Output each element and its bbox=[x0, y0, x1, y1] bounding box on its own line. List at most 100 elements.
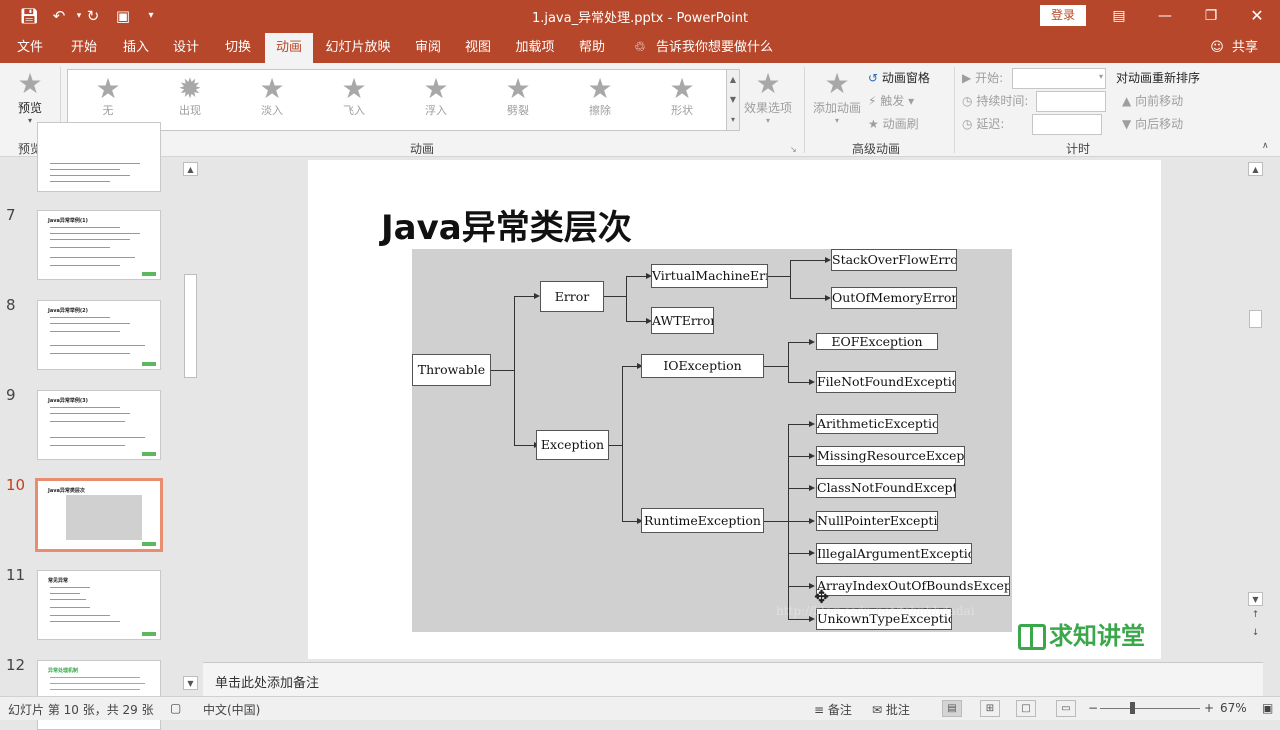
minimize-icon[interactable]: — bbox=[1150, 4, 1180, 28]
anim-fade[interactable]: ★ 淡入 bbox=[237, 74, 307, 128]
start-select[interactable]: ▾ bbox=[1012, 68, 1106, 89]
normal-view-button[interactable]: ▤ bbox=[942, 700, 962, 717]
anim-wipe[interactable]: ★ 擦除 bbox=[565, 74, 635, 128]
comments-label: 批注 bbox=[885, 703, 910, 717]
next-slide-icon[interactable]: ↓ bbox=[1248, 628, 1263, 638]
comments-toggle[interactable]: ✉ 批注 bbox=[872, 701, 910, 718]
slide-thumbnail[interactable]: Java异常举例(3) bbox=[37, 390, 161, 460]
thumbnail-scrollbar[interactable]: ▲ ▼ bbox=[183, 162, 198, 690]
move-later-button[interactable]: ▼ 向后移动 bbox=[1122, 114, 1183, 134]
dialog-launcher-icon[interactable]: ↘ bbox=[790, 145, 797, 154]
zoom-level[interactable]: 67% bbox=[1220, 701, 1247, 715]
tab-animations[interactable]: 动画 bbox=[265, 33, 313, 63]
thumb-logo bbox=[142, 362, 156, 366]
gallery-scroll[interactable]: ▲ ▼ ▾ bbox=[726, 69, 740, 131]
chevron-down-icon: ▾ bbox=[834, 116, 839, 125]
more-icon[interactable]: ▾ bbox=[727, 110, 739, 130]
collapse-ribbon-icon[interactable]: ∧ bbox=[1262, 141, 1269, 151]
tab-help[interactable]: 帮助 bbox=[570, 33, 614, 63]
reading-view-button[interactable]: □ bbox=[1016, 700, 1036, 717]
anim-label: 飞入 bbox=[343, 104, 365, 117]
connector bbox=[788, 456, 810, 457]
slide-title[interactable]: Java异常类层次 bbox=[381, 200, 632, 249]
exception-hierarchy-diagram[interactable]: Throwable Error Exception VirtualMachine… bbox=[412, 249, 1012, 632]
tab-view[interactable]: 视图 bbox=[456, 33, 500, 63]
anim-float-in[interactable]: ★ 浮入 bbox=[401, 74, 471, 128]
scroll-down-icon[interactable]: ▼ bbox=[183, 676, 198, 690]
anim-label: 无 bbox=[102, 104, 114, 117]
add-animation-button[interactable]: ★ 添加动画 ▾ bbox=[810, 69, 864, 126]
zoom-in-icon[interactable]: + bbox=[1204, 701, 1214, 715]
anim-label: 浮入 bbox=[425, 104, 447, 117]
notes-toggle[interactable]: ≡ 备注 bbox=[814, 701, 852, 718]
fit-to-window-icon[interactable]: ▣ bbox=[1262, 701, 1273, 715]
slide-thumbnail[interactable]: 常见异常 bbox=[37, 570, 161, 640]
zoom-slider-track[interactable] bbox=[1100, 708, 1200, 709]
slide-thumbnail-active[interactable]: Java异常类层次 bbox=[35, 478, 163, 552]
login-button[interactable]: 登录 bbox=[1040, 5, 1086, 26]
zoom-slider-thumb[interactable] bbox=[1130, 702, 1135, 714]
star-burst-icon: ✹ bbox=[178, 72, 202, 105]
zoom-out-icon[interactable]: − bbox=[1088, 701, 1098, 715]
star-icon: ★ bbox=[505, 72, 531, 105]
tell-me-search[interactable]: 告诉我你想要做什么 bbox=[656, 33, 776, 63]
scroll-up-icon[interactable]: ▲ bbox=[1248, 162, 1263, 176]
preview-label: 预览 bbox=[17, 101, 42, 115]
close-icon[interactable]: ✕ bbox=[1242, 4, 1272, 28]
tab-review[interactable]: 审阅 bbox=[406, 33, 450, 63]
accessibility-icon[interactable]: ▢ bbox=[170, 701, 181, 715]
arrow-up-icon: ▲ bbox=[1122, 94, 1132, 108]
anim-none[interactable]: ★ 无 bbox=[73, 74, 143, 128]
slide-counter: 幻灯片 第 10 张，共 29 张 bbox=[8, 703, 154, 717]
anim-split[interactable]: ★ 劈裂 bbox=[483, 74, 553, 128]
scroll-up-icon[interactable]: ▲ bbox=[183, 162, 198, 176]
tab-insert[interactable]: 插入 bbox=[114, 33, 158, 63]
tab-file[interactable]: 文件 bbox=[8, 33, 52, 63]
connector bbox=[764, 366, 788, 367]
node-error: Error bbox=[540, 281, 604, 312]
notes-pane[interactable]: 单击此处添加备注 bbox=[203, 662, 1263, 696]
effect-options-button[interactable]: ★ 效果选项 ▾ bbox=[742, 69, 794, 126]
preview-button[interactable]: ★ 预览 ▾ bbox=[10, 69, 50, 126]
share-button[interactable]: 共享 bbox=[1228, 33, 1262, 63]
chevron-up-icon[interactable]: ▲ bbox=[727, 70, 739, 90]
thumb-text-line bbox=[50, 615, 110, 616]
editor-scrollbar[interactable]: ▲ ▼ ↑ ↓ bbox=[1248, 162, 1263, 656]
chevron-down-icon[interactable]: ▼ bbox=[727, 90, 739, 110]
anim-fly-in[interactable]: ★ 飞入 bbox=[319, 74, 389, 128]
connector bbox=[764, 521, 788, 522]
trigger-button[interactable]: ⚡ 触发 ▾ bbox=[868, 91, 914, 111]
thumb-text-line bbox=[50, 227, 120, 228]
tab-home[interactable]: 开始 bbox=[62, 33, 106, 63]
animation-painter-button[interactable]: ★ 动画刷 bbox=[868, 114, 919, 134]
slide-number: 8 bbox=[6, 296, 16, 314]
scroll-thumb[interactable] bbox=[184, 274, 197, 378]
animation-pane-button[interactable]: ↺ 动画窗格 bbox=[868, 68, 930, 88]
slide-thumbnail[interactable]: Java异常举例(1) bbox=[37, 210, 161, 280]
language-indicator[interactable]: 中文(中国) bbox=[203, 701, 260, 718]
tab-transitions[interactable]: 切换 bbox=[216, 33, 260, 63]
connector bbox=[788, 553, 810, 554]
ribbon-display-options-icon[interactable]: ▤ bbox=[1104, 4, 1134, 28]
slide-sorter-button[interactable]: ⊞ bbox=[980, 700, 1000, 717]
slide-canvas[interactable]: Java异常类层次 Throwable Error Exception Virt… bbox=[308, 160, 1161, 659]
delay-spinner[interactable] bbox=[1032, 114, 1102, 135]
previous-slide-icon[interactable]: ↑ bbox=[1248, 610, 1263, 620]
slide-thumbnail[interactable]: Java异常举例(2) bbox=[37, 300, 161, 370]
tab-slideshow[interactable]: 幻灯片放映 bbox=[322, 33, 394, 63]
connector bbox=[788, 586, 810, 587]
thumb-title: Java异常举例(2) bbox=[48, 308, 88, 314]
tab-design[interactable]: 设计 bbox=[164, 33, 208, 63]
connector bbox=[790, 298, 826, 299]
slideshow-view-button[interactable]: ▭ bbox=[1056, 700, 1076, 717]
tab-addins[interactable]: 加载项 bbox=[510, 33, 560, 63]
anim-shape[interactable]: ★ 形状 bbox=[647, 74, 717, 128]
notes-placeholder[interactable]: 单击此处添加备注 bbox=[215, 672, 319, 691]
restore-icon[interactable]: ❐ bbox=[1196, 4, 1226, 28]
duration-spinner[interactable] bbox=[1036, 91, 1106, 112]
slide-thumbnail[interactable] bbox=[37, 122, 161, 192]
scroll-thumb[interactable] bbox=[1249, 310, 1262, 328]
scroll-down-icon[interactable]: ▼ bbox=[1248, 592, 1263, 606]
move-earlier-button[interactable]: ▲ 向前移动 bbox=[1122, 91, 1183, 111]
anim-appear[interactable]: ✹ 出现 bbox=[155, 74, 225, 128]
